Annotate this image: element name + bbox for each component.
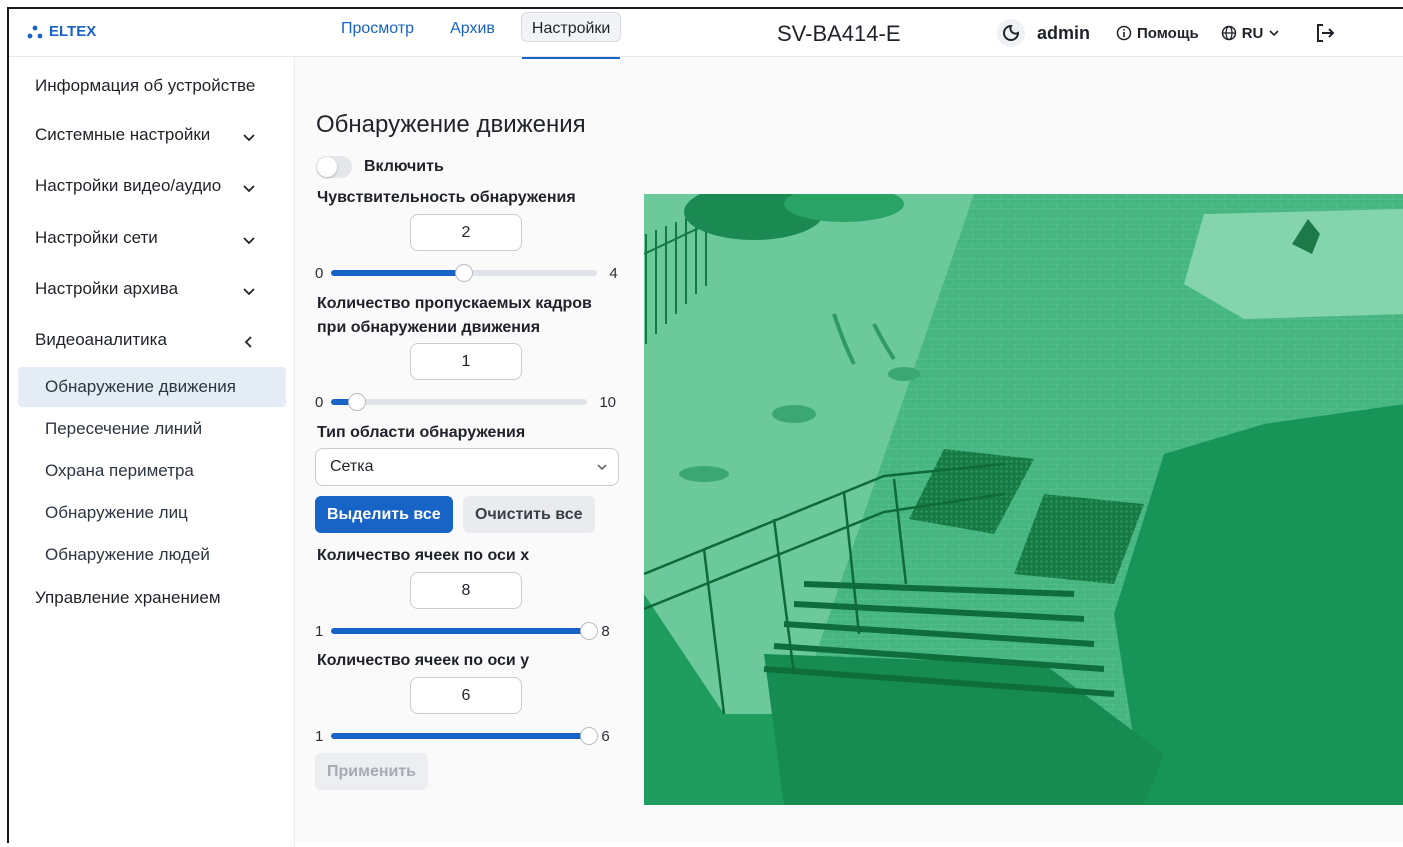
- cells-x-track[interactable]: [331, 622, 599, 640]
- cells-y-label: Количество ячеек по оси y: [317, 652, 530, 669]
- area-type-value: Сетка: [330, 458, 374, 475]
- main-content: Обнаружение движения Включить Чувствител…: [296, 57, 1403, 847]
- user-name[interactable]: admin: [1037, 23, 1090, 44]
- skip-frames-input[interactable]: 1: [410, 343, 522, 380]
- sensitivity-thumb[interactable]: [455, 264, 474, 282]
- help-label: Помощь: [1137, 24, 1199, 42]
- sensitivity-track[interactable]: [331, 264, 598, 282]
- info-icon: [1116, 25, 1132, 41]
- skip-frames-min: 0: [315, 393, 324, 411]
- main-tabs: Просмотр Архив Настройки: [331, 9, 637, 59]
- sidebar-item-network[interactable]: Настройки сети: [35, 228, 158, 248]
- sensitivity-max: 4: [609, 264, 618, 282]
- tab-archive[interactable]: Архив: [440, 12, 505, 42]
- chevron-down-icon[interactable]: [241, 180, 257, 196]
- enable-toggle[interactable]: [316, 156, 352, 178]
- sidebar-item-video-analytics[interactable]: Видеоаналитика: [35, 330, 167, 350]
- sidebar-item-archive[interactable]: Настройки архива: [35, 279, 178, 299]
- skip-frames-label-line1: Количество пропускаемых кадров: [317, 295, 592, 312]
- sidebar-item-device-info[interactable]: Информация об устройстве: [35, 76, 255, 96]
- apply-button[interactable]: Применить: [315, 753, 429, 790]
- help-link[interactable]: Помощь: [1116, 25, 1199, 42]
- cells-y-min: 1: [315, 727, 324, 745]
- chevron-left-icon[interactable]: [241, 334, 257, 350]
- theme-toggle-button[interactable]: [997, 19, 1025, 47]
- sensitivity-label: Чувствительность обнаружения: [317, 189, 576, 206]
- skip-frames-slider: 0 10: [315, 392, 616, 412]
- cells-x-slider: 1 8: [315, 621, 610, 641]
- sidebar-subitem-line-crossing[interactable]: Пересечение линий: [18, 409, 286, 449]
- language-selector[interactable]: RU: [1221, 25, 1281, 42]
- chevron-down-icon[interactable]: [241, 129, 257, 145]
- logo-text: ELTEX: [49, 23, 97, 40]
- cells-x-input[interactable]: 8: [410, 572, 522, 609]
- logout-button[interactable]: [1314, 22, 1336, 44]
- tab-settings[interactable]: Настройки: [520, 12, 622, 59]
- sidebar: Информация об устройстве Системные настр…: [9, 57, 295, 847]
- cells-x-min: 1: [315, 622, 324, 640]
- area-type-label: Тип области обнаружения: [317, 424, 526, 441]
- chevron-down-icon[interactable]: [241, 283, 257, 299]
- clear-all-button[interactable]: Очистить все: [463, 496, 595, 533]
- cells-y-track[interactable]: [331, 727, 599, 745]
- chevron-down-icon: [597, 464, 607, 471]
- logout-icon: [1317, 24, 1335, 42]
- skip-frames-max: 10: [599, 393, 617, 411]
- page-title: Обнаружение движения: [316, 111, 586, 138]
- sensitivity-min: 0: [315, 264, 324, 282]
- chevron-down-icon[interactable]: [241, 232, 257, 248]
- sidebar-subitem-people-detection[interactable]: Обнаружение людей: [18, 535, 286, 575]
- cells-y-input[interactable]: 6: [410, 677, 522, 714]
- sidebar-item-storage-management[interactable]: Управление хранением: [35, 588, 221, 608]
- sensitivity-slider: 0 4: [315, 263, 618, 283]
- sidebar-subitem-motion-detection[interactable]: Обнаружение движения: [18, 367, 286, 407]
- tab-view[interactable]: Просмотр: [331, 12, 424, 42]
- cells-x-fill: [331, 628, 590, 634]
- chevron-down-icon: [1269, 30, 1279, 37]
- skip-frames-thumb[interactable]: [347, 393, 366, 411]
- cells-x-max: 8: [601, 622, 610, 640]
- top-bar: ELTEX Просмотр Архив Настройки SV-BA414-…: [9, 9, 1403, 59]
- cells-y-fill: [331, 733, 590, 739]
- sidebar-subitem-perimeter[interactable]: Охрана периметра: [18, 451, 286, 491]
- sensitivity-input[interactable]: 2: [410, 214, 522, 251]
- area-type-select[interactable]: Сетка: [315, 448, 619, 486]
- eltex-logo[interactable]: ELTEX: [27, 23, 96, 40]
- cells-x-thumb[interactable]: [580, 622, 599, 640]
- sidebar-subitem-face-detection[interactable]: Обнаружение лиц: [18, 493, 286, 533]
- cells-y-max: 6: [601, 727, 610, 745]
- device-name: SV-BA414-E: [777, 21, 901, 46]
- cells-y-thumb[interactable]: [580, 727, 599, 745]
- skip-frames-label-line2: при обнаружении движения: [317, 319, 541, 336]
- cells-x-label: Количество ячеек по оси x: [317, 547, 530, 564]
- sensitivity-fill: [331, 270, 465, 276]
- sidebar-item-video-audio[interactable]: Настройки видео/аудио: [35, 176, 221, 196]
- enable-row: Включить: [316, 156, 444, 178]
- app-window: ELTEX Просмотр Архив Настройки SV-BA414-…: [7, 7, 1403, 847]
- camera-frame-image: [644, 194, 1403, 805]
- camera-preview[interactable]: [644, 194, 1403, 805]
- sidebar-item-system-settings[interactable]: Системные настройки: [35, 125, 210, 145]
- enable-label: Включить: [364, 158, 444, 175]
- language-label: RU: [1241, 24, 1264, 42]
- skip-frames-track[interactable]: [331, 393, 588, 411]
- header-controls: admin Помощь RU: [997, 19, 1336, 47]
- moon-icon: [1003, 24, 1020, 41]
- select-all-button[interactable]: Выделить все: [315, 496, 453, 533]
- cells-y-slider: 1 6: [315, 726, 610, 746]
- logo-icon: [27, 25, 43, 38]
- globe-icon: [1221, 25, 1236, 41]
